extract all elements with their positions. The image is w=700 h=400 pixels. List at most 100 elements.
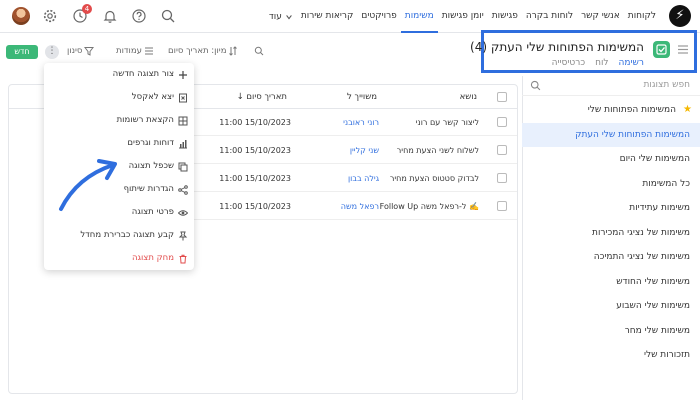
table-row[interactable]: לשלוח לשני הצעת מחיר שני קליין 11:00 15/… [194, 137, 517, 164]
app-logo[interactable]: ⚡ [669, 5, 691, 27]
nav-item-service-calls[interactable]: קריאות שירות [297, 0, 358, 33]
task-subject[interactable]: Follow Up ל-רפאל משה ✍️ [380, 202, 479, 211]
view-header-highlight: המשימות הפתוחות שלי העתק (4) רשימה לוח כ… [470, 30, 697, 73]
grid-icon [178, 116, 188, 126]
sidebar-item-label: המשימות הפתוחות שלי [587, 105, 676, 115]
column-header-subject[interactable]: נושא [460, 92, 477, 102]
sidebar-item-label: כל המשימות [642, 178, 690, 189]
columns-button[interactable]: עמודות [116, 46, 154, 56]
sidebar-item-my-open-tasks[interactable]: ★ המשימות הפתוחות שלי [522, 98, 700, 123]
sidebar-item-my-reminders[interactable]: תזכורות שלי [522, 343, 700, 368]
menu-item-reports-charts[interactable]: דוחות וגרפים [44, 133, 194, 155]
views-list: ★ המשימות הפתוחות שלי המשימות הפתוחות של… [522, 98, 700, 368]
trash-icon [178, 254, 188, 264]
sort-button[interactable]: מיון: תאריך סיום [168, 46, 238, 56]
menu-item-label: פרטי תצוגה [131, 207, 174, 217]
sidebar-item-my-tasks-week[interactable]: משימות שלי השבוע [522, 294, 700, 319]
table-search-icon[interactable] [254, 46, 264, 56]
task-owner-link[interactable]: רוני ראובני [343, 118, 379, 127]
nav-item-projects[interactable]: פרויקטים [357, 0, 400, 33]
menu-item-label: צור תצוגה חדשה [112, 69, 174, 79]
search-icon[interactable] [160, 8, 176, 24]
sidebar-item-label: תזכורות שלי [643, 350, 690, 360]
task-subject[interactable]: ליצור קשר עם רוני [416, 118, 479, 127]
tab-list[interactable]: רשימה [618, 58, 644, 72]
menu-item-create-view[interactable]: צור תצוגה חדשה [44, 64, 194, 86]
menu-item-label: יצא לאקסל [131, 92, 174, 102]
task-due-date: 11:00 15/10/2023 [219, 146, 291, 155]
task-subject[interactable]: לבדוק סטטוס הצעת מחיר [390, 174, 479, 183]
help-icon[interactable] [131, 8, 147, 24]
duplicate-icon [178, 162, 188, 172]
column-header-due[interactable]: ↓ תאריך סיום [237, 92, 287, 102]
row-checkbox[interactable] [497, 117, 507, 127]
nav-item-tasks[interactable]: משימות [400, 0, 438, 33]
column-header-owner[interactable]: משוייך ל [347, 92, 377, 102]
view-mode-tabs: רשימה לוח כרטיסייה [552, 58, 644, 72]
tab-cards[interactable]: כרטיסייה [552, 58, 585, 72]
sidebar-item-my-tasks-month[interactable]: משימות שלי החודש [522, 270, 700, 295]
task-owner-link[interactable]: רפאל משה [341, 202, 379, 211]
hamburger-icon[interactable] [678, 45, 688, 57]
task-due-date: 11:00 15/10/2023 [219, 118, 291, 127]
sidebar-item-future-tasks[interactable]: משימות עתידיות [522, 196, 700, 221]
search-icon [530, 80, 541, 91]
nav-item-customers[interactable]: לקוחות [624, 0, 660, 33]
menu-item-delete-view[interactable]: מחק תצוגה [44, 248, 194, 270]
nav-item-dashboards[interactable]: לוחות בקרה [522, 0, 577, 33]
row-checkbox[interactable] [497, 201, 507, 211]
more-options-button[interactable]: ⋮ [45, 45, 59, 59]
nav-more-label: עוד [268, 11, 282, 22]
user-avatar[interactable] [12, 7, 30, 25]
table-row[interactable]: Follow Up ל-רפאל משה ✍️ רפאל משה 11:00 1… [194, 193, 517, 220]
task-subject[interactable]: לשלוח לשני הצעת מחיר [397, 146, 479, 155]
annotation-arrow-icon [59, 159, 117, 211]
excel-icon [178, 93, 188, 103]
columns-icon [144, 47, 153, 55]
nav-more-dropdown[interactable]: עוד [265, 0, 297, 33]
star-icon[interactable]: ★ [683, 98, 692, 123]
main-nav: לקוחות אנשי קשר לוחות בקרה פגישות יומן פ… [265, 0, 660, 33]
views-search-input[interactable]: חפש תצוגות [522, 76, 700, 96]
nav-item-contacts[interactable]: אנשי קשר [577, 0, 624, 33]
view-title: המשימות הפתוחות שלי העתק (4) [470, 40, 644, 54]
menu-item-label: מחק תצוגה [131, 253, 174, 263]
menu-item-label: הקצאת רשומות [116, 115, 174, 125]
menu-item-assign-records[interactable]: הקצאת רשומות [44, 110, 194, 132]
nav-item-calendar[interactable]: יומן פגישות [438, 0, 488, 33]
task-owner-link[interactable]: גילה בבון [348, 174, 379, 183]
nav-item-meetings[interactable]: פגישות [488, 0, 522, 33]
menu-item-set-default[interactable]: קבע תצוגה כברירת מחדל [44, 225, 194, 247]
sidebar-item-my-open-tasks-copy[interactable]: המשימות הפתוחות שלי העתק [522, 122, 700, 147]
menu-item-label: קבע תצוגה כברירת מחדל [80, 230, 174, 240]
tab-board[interactable]: לוח [595, 58, 608, 72]
sidebar-item-my-tasks-tomorrow[interactable]: משימות שלי מחר [522, 319, 700, 344]
notification-badge: 4 [82, 4, 92, 14]
sidebar-item-all-tasks[interactable]: כל המשימות [522, 172, 700, 197]
sidebar-item-support-reps-tasks[interactable]: משימות של נציגי התמיכה [522, 245, 700, 270]
sidebar-item-sales-reps-tasks[interactable]: משימות של נציגי המכירות [522, 221, 700, 246]
menu-item-export-excel[interactable]: יצא לאקסל [44, 87, 194, 109]
row-checkbox[interactable] [497, 145, 507, 155]
filter-icon [84, 47, 95, 56]
vertical-dots-icon: ⋮ [47, 46, 57, 56]
views-search-placeholder: חפש תצוגות [643, 80, 690, 90]
plus-icon [178, 70, 188, 80]
table-row[interactable]: ליצור קשר עם רוני רוני ראובני 11:00 15/1… [194, 109, 517, 136]
gear-icon[interactable] [42, 8, 58, 24]
new-button[interactable]: חדש [6, 45, 38, 59]
pin-icon [178, 231, 188, 241]
row-checkbox[interactable] [497, 173, 507, 183]
sidebar-item-my-tasks-today[interactable]: המשימות שלי היום [522, 147, 700, 172]
sidebar-item-label: משימות שלי השבוע [616, 301, 690, 311]
bell-icon[interactable] [102, 8, 118, 24]
table-row[interactable]: לבדוק סטטוס הצעת מחיר גילה בבון 11:00 15… [194, 165, 517, 192]
filter-button[interactable]: סינון [67, 46, 95, 56]
task-owner-link[interactable]: שני קליין [350, 146, 379, 155]
eye-icon [177, 208, 189, 218]
select-all-checkbox[interactable] [497, 92, 507, 102]
columns-label: עמודות [116, 46, 142, 56]
sidebar-item-label: משימות שלי מחר [624, 325, 690, 336]
tasks-module-icon [653, 41, 670, 58]
sidebar-item-label: משימות שלי החודש [616, 276, 690, 287]
